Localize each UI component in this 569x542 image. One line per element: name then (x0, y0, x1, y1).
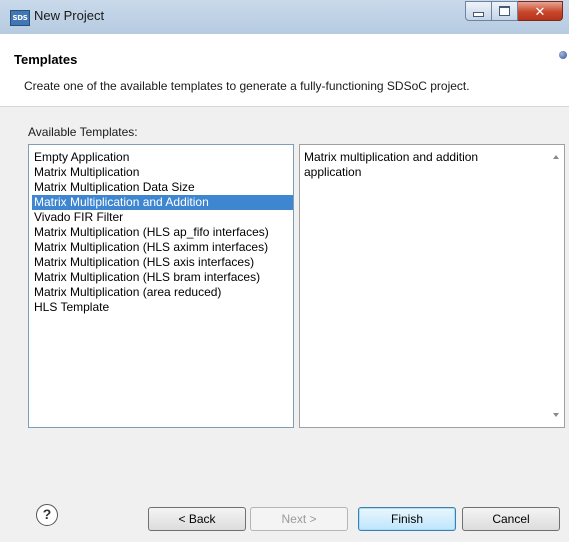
template-description-box: Matrix multiplication and addition appli… (299, 144, 565, 428)
next-button: Next > (250, 507, 348, 531)
page-title: Templates (14, 52, 78, 67)
sdsoc-app-icon: SDS (10, 10, 30, 26)
new-project-dialog: SDS New Project ✕ Templates Create one o… (0, 0, 569, 542)
template-list-item[interactable]: Empty Application (32, 150, 293, 165)
page-description: Create one of the available templates to… (24, 79, 470, 93)
close-button[interactable]: ✕ (518, 1, 563, 21)
template-description-text: Matrix multiplication and addition appli… (304, 150, 479, 179)
cancel-button[interactable]: Cancel (462, 507, 560, 531)
template-list-item[interactable]: Matrix Multiplication (HLS aximm interfa… (32, 240, 293, 255)
minimize-icon (473, 11, 484, 17)
template-list-item[interactable]: Matrix Multiplication and Addition (32, 195, 293, 210)
maximize-icon (499, 6, 510, 16)
template-list-item[interactable]: Vivado FIR Filter (32, 210, 293, 225)
template-list-item[interactable]: Matrix Multiplication (32, 165, 293, 180)
help-button[interactable]: ? (36, 504, 58, 526)
title-bar[interactable]: SDS New Project ✕ (0, 0, 569, 35)
wizard-footer: ? < Back Next > Finish Cancel (0, 499, 569, 542)
wizard-header: Templates Create one of the available te… (0, 34, 569, 107)
window-controls: ✕ (465, 1, 563, 21)
available-templates-label: Available Templates: (28, 125, 138, 139)
close-icon: ✕ (534, 3, 546, 19)
template-list-item[interactable]: Matrix Multiplication (HLS axis interfac… (32, 255, 293, 270)
back-button[interactable]: < Back (148, 507, 246, 531)
scroll-up-arrow-icon[interactable] (553, 155, 559, 159)
finish-button[interactable]: Finish (358, 507, 456, 531)
template-list-item[interactable]: Matrix Multiplication (area reduced) (32, 285, 293, 300)
template-list-item[interactable]: Matrix Multiplication (HLS ap_fifo inter… (32, 225, 293, 240)
maximize-button[interactable] (492, 1, 518, 21)
window-title: New Project (34, 8, 105, 23)
scroll-down-arrow-icon[interactable] (553, 413, 559, 417)
wizard-banner-icon (559, 51, 567, 59)
description-scrollbar[interactable] (549, 145, 564, 427)
template-list-item[interactable]: Matrix Multiplication Data Size (32, 180, 293, 195)
templates-list[interactable]: Empty Application Matrix Multiplication … (28, 144, 294, 428)
minimize-button[interactable] (465, 1, 492, 21)
template-list-item[interactable]: HLS Template (32, 300, 293, 315)
template-list-item[interactable]: Matrix Multiplication (HLS bram interfac… (32, 270, 293, 285)
wizard-content: Available Templates: Empty Application M… (0, 107, 569, 499)
